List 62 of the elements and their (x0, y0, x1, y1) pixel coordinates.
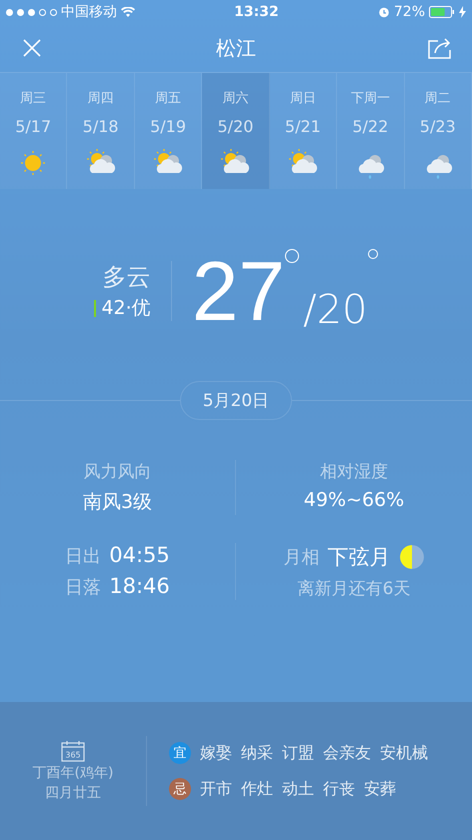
moon-phase: 下弦月 (328, 544, 390, 571)
date-label: 5/23 (420, 117, 456, 136)
weekday-label: 周四 (88, 90, 114, 107)
lunar-year: 丁酉年(鸡年) (32, 764, 114, 782)
aqi-text: 42·优 (101, 296, 151, 321)
wifi-icon (121, 6, 135, 18)
low-temperature: /20 (303, 287, 368, 333)
weekday-label: 周日 (290, 90, 316, 107)
lunar-date: 四月廿五 (45, 784, 101, 802)
city-title: 松江 (216, 34, 256, 62)
day-tab[interactable]: 周二 5/23 (404, 73, 472, 189)
moon-note: 离新月还有6天 (298, 578, 410, 600)
date-label: 5/22 (352, 117, 388, 136)
date-label: 5/21 (284, 117, 321, 136)
sun-label: 日出 (65, 545, 102, 568)
almanac-item: 订盟 (282, 742, 314, 764)
battery-icon (429, 6, 456, 18)
weekday-label: 下周一 (350, 90, 390, 107)
detail-value: 南风3级 (82, 490, 152, 515)
weekday-label: 周六 (222, 90, 248, 107)
almanac-badge: 忌 (169, 778, 191, 800)
degree-icon (285, 249, 300, 263)
sun-time: 04:55 (109, 543, 170, 567)
day-tab[interactable]: 周日 5/21 (270, 73, 338, 189)
date-label: 5/18 (82, 117, 119, 136)
almanac-badge: 宜 (169, 742, 191, 764)
date-pill: 5月20日 (180, 381, 292, 420)
day-tab[interactable]: 下周一 5/22 (337, 73, 405, 189)
degree-icon (368, 249, 378, 259)
detail-value: 49%~66% (304, 489, 404, 511)
sun-time: 18:46 (109, 574, 170, 598)
almanac-item: 开市 (200, 778, 232, 800)
battery-percent: 72% (394, 4, 426, 20)
date-label: 5/20 (218, 117, 254, 136)
almanac-item: 行丧 (323, 778, 355, 800)
almanac-item: 会亲友 (323, 742, 371, 764)
moon-phase-icon (398, 544, 424, 570)
almanac-item: 作灶 (241, 778, 273, 800)
weekday-label: 周五 (155, 90, 182, 107)
date-label: 5/17 (15, 117, 52, 136)
carrier-name: 中国移动 (61, 3, 117, 21)
calendar-icon: 365 (61, 740, 85, 762)
date-label: 5/19 (150, 117, 186, 136)
day-tab[interactable]: 周五 5/19 (134, 73, 202, 189)
moon-label: 月相 (284, 546, 320, 569)
almanac-item: 嫁娶 (200, 742, 232, 764)
weekday-label: 周二 (424, 90, 451, 107)
day-tab[interactable]: 周四 5/18 (67, 73, 135, 189)
almanac-item: 动土 (282, 778, 314, 800)
detail-label: 风力风向 (84, 461, 152, 483)
day-tab[interactable]: 周六 5/20 (202, 73, 270, 189)
almanac-item: 安机械 (380, 742, 428, 764)
day-tab[interactable]: 周三 5/17 (0, 73, 68, 189)
weekday-label: 周三 (20, 90, 46, 107)
clock-time: 13:32 (234, 4, 279, 20)
almanac-item: 安葬 (364, 778, 396, 800)
almanac-item: 纳采 (241, 742, 273, 764)
detail-label: 相对湿度 (320, 461, 388, 483)
share-button[interactable] (428, 36, 452, 60)
sun-label: 日落 (65, 576, 102, 599)
condition-text: 多云 (102, 262, 151, 293)
high-temperature: 27 (192, 249, 286, 333)
